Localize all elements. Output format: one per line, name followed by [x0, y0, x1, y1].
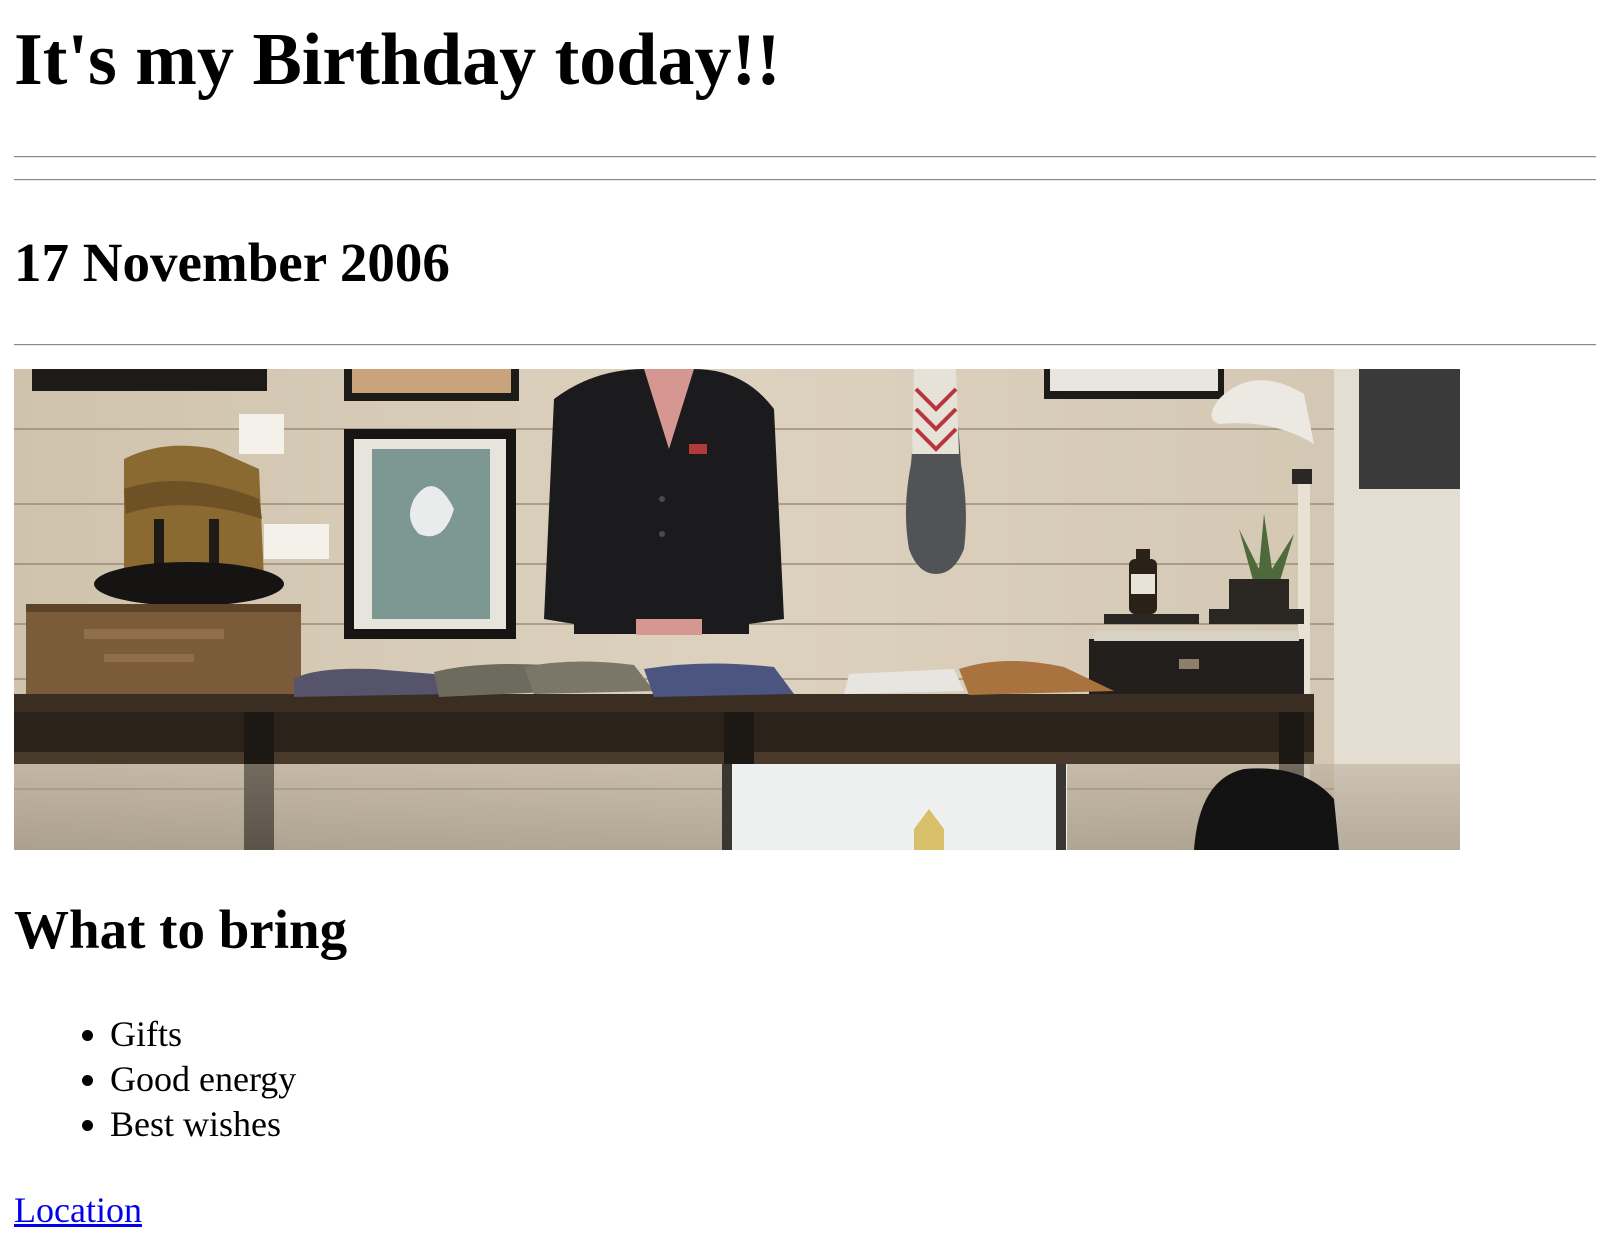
bring-list: Gifts Good energy Best wishes: [14, 1012, 296, 1147]
event-date-heading: 17 November 2006: [14, 232, 450, 293]
shop-display-photo: [14, 369, 1460, 850]
what-to-bring-heading: What to bring: [14, 899, 348, 960]
horizontal-rule: [14, 344, 1596, 346]
horizontal-rule: [14, 179, 1596, 181]
list-item: Good energy: [110, 1057, 296, 1102]
page-title: It's my Birthday today!!: [14, 19, 781, 101]
location-link[interactable]: Location: [14, 1188, 142, 1233]
list-item: Best wishes: [110, 1102, 296, 1147]
horizontal-rule: [14, 156, 1596, 158]
list-item: Gifts: [110, 1012, 296, 1057]
